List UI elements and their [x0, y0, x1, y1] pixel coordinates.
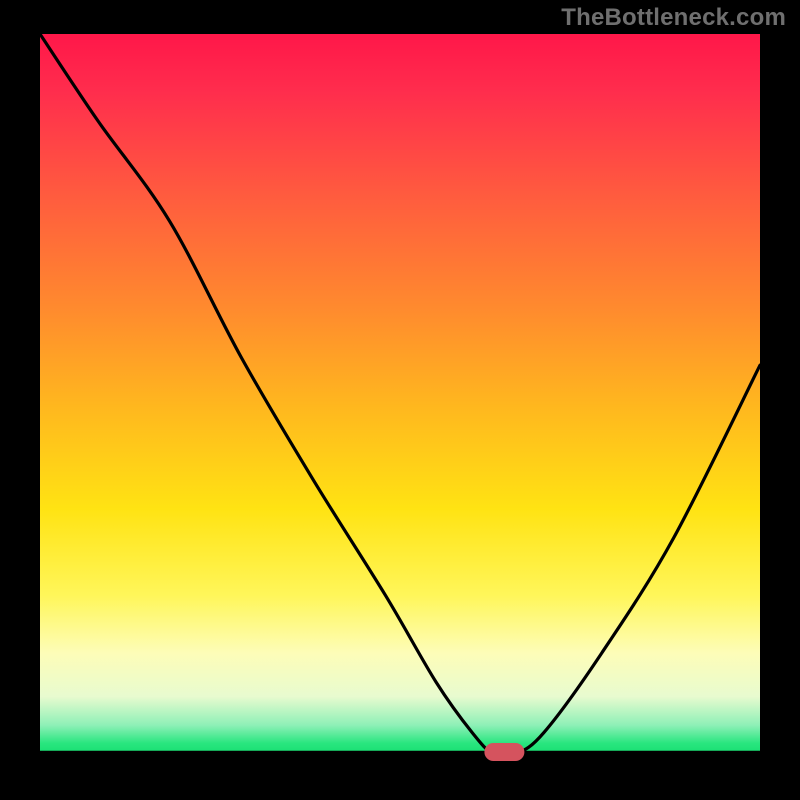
- watermark-text: TheBottleneck.com: [561, 4, 786, 32]
- plot-area: [40, 34, 760, 754]
- chart-container: TheBottleneck.com: [0, 0, 800, 800]
- curve-svg: [40, 34, 760, 754]
- valley-marker: [484, 743, 524, 761]
- bottleneck-curve: [40, 34, 760, 757]
